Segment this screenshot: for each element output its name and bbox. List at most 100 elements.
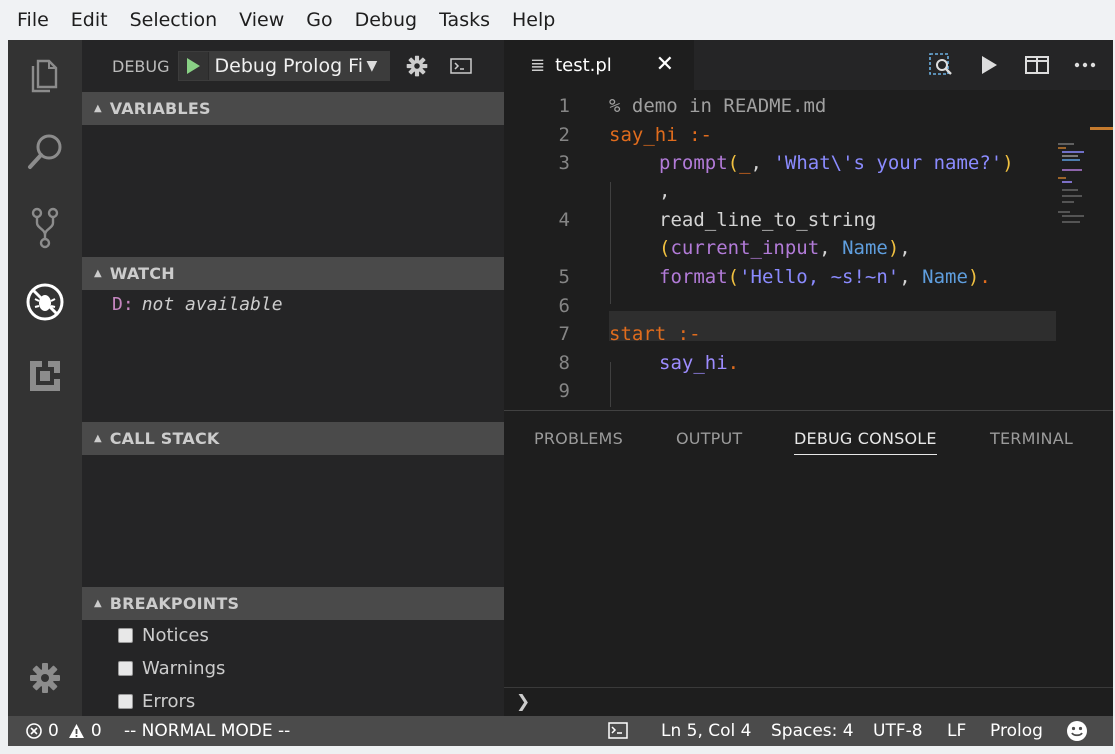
bottom-panel: PROBLEMS OUTPUT DEBUG CONSOLE TERMINAL ❯ — [504, 410, 1113, 716]
gear-icon[interactable] — [8, 648, 82, 708]
debug-icon[interactable] — [8, 272, 82, 332]
warning-icon — [68, 724, 84, 738]
menu-help[interactable]: Help — [501, 9, 566, 31]
menu-file[interactable]: File — [6, 9, 60, 31]
tab-problems[interactable]: PROBLEMS — [534, 429, 623, 448]
problems-status[interactable]: 0 0 — [26, 721, 102, 741]
menu-debug[interactable]: Debug — [344, 9, 428, 31]
error-count: 0 — [48, 721, 59, 741]
variables-section-header[interactable]: ▲ VARIABLES — [82, 92, 504, 125]
tab-output[interactable]: OUTPUT — [676, 429, 742, 448]
indent-guide — [610, 362, 611, 407]
line-number: 4 — [558, 209, 570, 231]
watch-title: WATCH — [109, 264, 175, 283]
breakpoint-checkbox[interactable] — [118, 627, 133, 643]
code-token: 'What\'s your name?' — [773, 152, 1003, 174]
menu-view[interactable]: View — [228, 9, 295, 31]
minimap[interactable] — [1054, 140, 1094, 240]
watch-expression-name: D: — [112, 294, 134, 315]
editor-tab[interactable]: ≣ test.pl ✕ — [504, 40, 694, 90]
breakpoints-title: BREAKPOINTS — [109, 594, 240, 613]
breakpoint-label: Warnings — [142, 657, 226, 679]
open-changes-icon[interactable] — [924, 50, 958, 80]
feedback-smiley-icon[interactable] — [1066, 720, 1088, 747]
cursor-position[interactable]: Ln 5, Col 4 — [661, 721, 752, 741]
code-token: , — [819, 237, 843, 259]
indentation-status[interactable]: Spaces: 4 — [771, 721, 854, 741]
code-line: % demo in README.md — [609, 95, 826, 117]
code-token: . — [727, 352, 740, 374]
code-token: say_hi — [659, 352, 728, 374]
editor-area: ≣ test.pl ✕ 1 2 3 4 5 6 7 8 9 % demo in … — [504, 40, 1113, 716]
line-number: 7 — [558, 323, 570, 345]
code-line: start :- — [609, 323, 701, 345]
gear-icon[interactable] — [400, 51, 434, 81]
run-icon[interactable] — [972, 50, 1006, 80]
code-token: ( — [727, 152, 740, 174]
editor-tab-bar: ≣ test.pl ✕ — [504, 40, 1113, 90]
menu-bar: File Edit Selection View Go Debug Tasks … — [0, 0, 1115, 40]
tab-terminal[interactable]: TERMINAL — [990, 429, 1073, 448]
breakpoint-checkbox[interactable] — [118, 693, 133, 709]
extensions-icon[interactable] — [8, 346, 82, 406]
breakpoint-checkbox[interactable] — [118, 660, 133, 676]
collapse-triangle-icon: ▲ — [94, 598, 102, 609]
breakpoints-section-header[interactable]: ▲ BREAKPOINTS — [82, 587, 504, 620]
code-token: 'Hello, ~s!~n' — [739, 266, 900, 288]
terminal-icon[interactable] — [444, 51, 478, 81]
code-token: Name — [842, 237, 888, 259]
play-icon — [187, 58, 201, 74]
menu-selection[interactable]: Selection — [119, 9, 229, 31]
vim-mode-status: -- NORMAL MODE -- — [124, 721, 291, 741]
start-debugging-button[interactable] — [178, 52, 209, 80]
code-token: . — [979, 266, 991, 288]
code-token: ) — [1002, 152, 1014, 174]
breakpoint-item[interactable]: Notices — [118, 622, 209, 648]
search-icon[interactable] — [8, 122, 82, 182]
breakpoint-item[interactable]: Warnings — [118, 655, 225, 681]
split-editor-icon[interactable] — [1020, 50, 1054, 80]
debug-title: DEBUG — [112, 56, 170, 76]
menu-edit[interactable]: Edit — [60, 9, 119, 31]
eol-status[interactable]: LF — [947, 721, 966, 741]
code-line: (current_input, Name), — [659, 237, 911, 259]
variables-title: VARIABLES — [109, 99, 211, 118]
line-number: 6 — [558, 295, 570, 317]
tab-label: test.pl — [555, 54, 612, 76]
breakpoint-item[interactable]: Errors — [118, 688, 195, 714]
code-token: format — [659, 266, 728, 288]
breakpoint-label: Notices — [142, 624, 209, 646]
line-number: 1 — [558, 95, 570, 117]
watch-expression[interactable]: D: not available — [112, 294, 283, 315]
breakpoint-label: Errors — [142, 690, 196, 712]
more-actions-icon[interactable] — [1068, 50, 1102, 80]
collapse-triangle-icon: ▲ — [94, 268, 102, 279]
code-token: current_input — [670, 237, 820, 259]
close-icon[interactable]: ✕ — [656, 52, 674, 77]
code-token: :- — [677, 124, 712, 146]
debug-sidebar: DEBUG Debug Prolog Fi ▼ ▲ VARIABLES ▲ WA… — [82, 40, 504, 716]
code-token: , — [899, 237, 911, 259]
vscode-window: DEBUG Debug Prolog Fi ▼ ▲ VARIABLES ▲ WA… — [8, 40, 1113, 746]
code-line: format('Hello, ~s!~n', Name). — [659, 266, 991, 288]
menu-go[interactable]: Go — [295, 9, 343, 31]
tab-debug-console[interactable]: DEBUG CONSOLE — [794, 429, 937, 455]
source-control-icon[interactable] — [8, 198, 82, 258]
encoding-status[interactable]: UTF-8 — [873, 721, 923, 741]
code-editor[interactable]: 1 2 3 4 5 6 7 8 9 % demo in README.md sa… — [504, 90, 1113, 410]
error-icon — [26, 723, 42, 739]
debug-console-input[interactable]: ❯ — [504, 687, 1113, 717]
call-stack-section-header[interactable]: ▲ CALL STACK — [82, 422, 504, 455]
terminal-icon[interactable] — [608, 722, 628, 744]
line-number: 8 — [558, 352, 570, 374]
debug-config-select[interactable]: Debug Prolog Fi ▼ — [209, 52, 389, 80]
files-icon[interactable] — [8, 46, 82, 106]
menu-tasks[interactable]: Tasks — [428, 9, 501, 31]
line-number: 9 — [558, 380, 570, 402]
language-mode[interactable]: Prolog — [990, 721, 1043, 741]
prompt-chevron-icon: ❯ — [516, 692, 531, 712]
watch-section-header[interactable]: ▲ WATCH — [82, 257, 504, 290]
code-token: :- — [666, 323, 701, 345]
call-stack-title: CALL STACK — [109, 429, 220, 448]
watch-expression-value: not available — [141, 294, 283, 315]
